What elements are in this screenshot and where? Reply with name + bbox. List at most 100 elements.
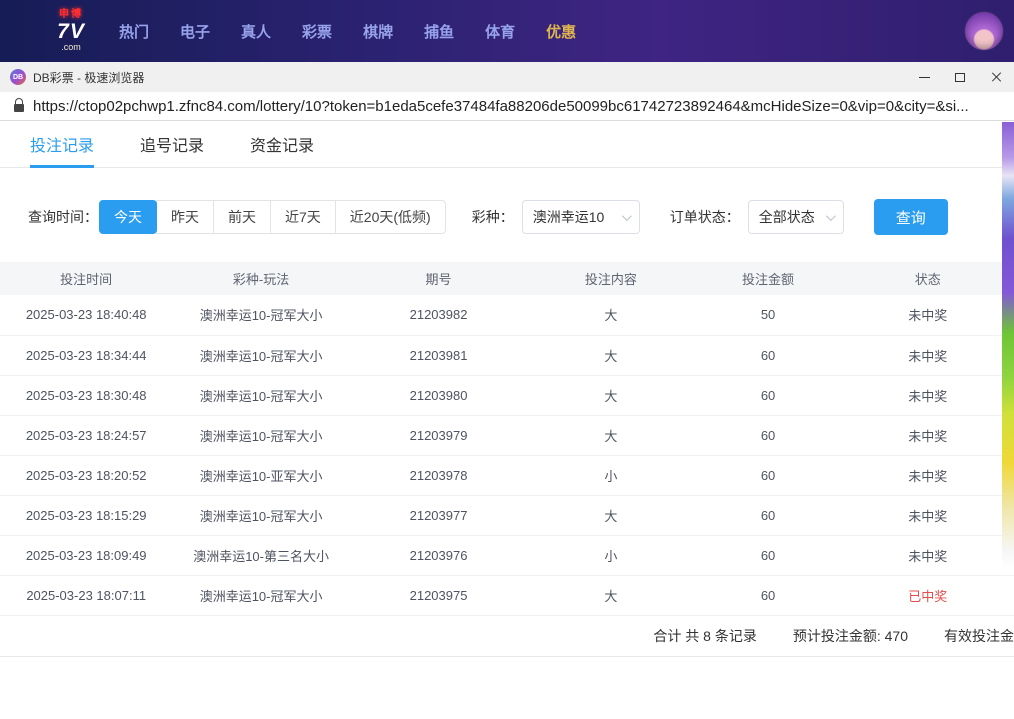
- nav-item[interactable]: 棋牌: [363, 21, 393, 42]
- cell-bet-time: 2025-03-23 18:20:52: [0, 455, 172, 495]
- maximize-button[interactable]: [942, 62, 978, 92]
- cell-issue-number: 21203978: [350, 455, 527, 495]
- lottery-select-value: 澳洲幸运10: [533, 207, 605, 227]
- time-filter-button[interactable]: 近7天: [270, 200, 336, 234]
- summary-valid-amount: 有效投注金额: [944, 626, 1014, 646]
- nav-item[interactable]: 热门: [119, 21, 149, 42]
- cell-issue-number: 21203975: [350, 575, 527, 615]
- cell-issue-number: 21203977: [350, 495, 527, 535]
- tab[interactable]: 投注记录: [30, 121, 94, 167]
- table-row: 2025-03-23 18:24:57 澳洲幸运10-冠军大小 21203979…: [0, 415, 1014, 455]
- table-row: 2025-03-23 18:20:52 澳洲幸运10-亚军大小 21203978…: [0, 455, 1014, 495]
- cell-game-play: 澳洲幸运10-亚军大小: [172, 455, 349, 495]
- cell-bet-content: 大: [527, 415, 694, 455]
- nav-menu: 热门 电子 真人 彩票 棋牌 捕鱼 体育 优惠: [119, 21, 576, 42]
- status-filter-label: 订单状态：: [670, 207, 740, 227]
- cell-status: 未中奖: [842, 415, 1014, 455]
- summary-total: 合计 共 8 条记录: [653, 626, 756, 646]
- titlebar-left: DB DB彩票 - 极速浏览器: [0, 69, 144, 86]
- cell-bet-amount: 60: [695, 415, 842, 455]
- time-filter-button[interactable]: 近20天(低频): [335, 200, 446, 234]
- summary-expected-amount: 预计投注金额: 470: [793, 626, 908, 646]
- cell-game-play: 澳洲幸运10-冠军大小: [172, 575, 349, 615]
- site-logo[interactable]: 申博 7V .com: [45, 10, 97, 52]
- nav-item[interactable]: 捕鱼: [424, 21, 454, 42]
- chevron-down-icon: [622, 211, 632, 221]
- close-button[interactable]: [978, 62, 1014, 92]
- summary-bar: 合计 共 8 条记录 预计投注金额: 470 有效投注金额: [0, 616, 1014, 657]
- cell-game-play: 澳洲幸运10-冠军大小: [172, 415, 349, 455]
- table-row: 2025-03-23 18:34:44 澳洲幸运10-冠军大小 21203981…: [0, 335, 1014, 375]
- lottery-select[interactable]: 澳洲幸运10: [522, 200, 640, 234]
- tab[interactable]: 追号记录: [140, 121, 204, 167]
- nav-item[interactable]: 彩票: [302, 21, 332, 42]
- cell-status: 未中奖: [842, 455, 1014, 495]
- cell-bet-content: 小: [527, 535, 694, 575]
- cell-bet-amount: 60: [695, 455, 842, 495]
- table-header-cell: 投注内容: [527, 262, 694, 295]
- time-filter-label: 查询时间：: [28, 207, 98, 227]
- cell-issue-number: 21203979: [350, 415, 527, 455]
- cell-issue-number: 21203976: [350, 535, 527, 575]
- cell-bet-content: 大: [527, 575, 694, 615]
- cell-status: 未中奖: [842, 375, 1014, 415]
- cell-bet-content: 小: [527, 455, 694, 495]
- minimize-icon: [919, 77, 930, 78]
- table-header-row: 投注时间彩种-玩法期号投注内容投注金额状态: [0, 262, 1014, 295]
- nav-item[interactable]: 优惠: [546, 21, 576, 42]
- minimize-button[interactable]: [906, 62, 942, 92]
- cell-bet-amount: 60: [695, 535, 842, 575]
- nav-item[interactable]: 真人: [241, 21, 271, 42]
- cell-bet-amount: 60: [695, 375, 842, 415]
- table-header-cell: 投注金额: [695, 262, 842, 295]
- time-filter-button[interactable]: 昨天: [156, 200, 214, 234]
- cell-bet-time: 2025-03-23 18:07:11: [0, 575, 172, 615]
- user-avatar[interactable]: [964, 11, 1004, 51]
- cell-bet-content: 大: [527, 335, 694, 375]
- status-select[interactable]: 全部状态: [748, 200, 844, 234]
- nav-item[interactable]: 体育: [485, 21, 515, 42]
- record-tabs: 投注记录追号记录资金记录: [0, 121, 1014, 168]
- table-row: 2025-03-23 18:40:48 澳洲幸运10-冠军大小 21203982…: [0, 295, 1014, 335]
- filter-bar: 查询时间： 今天昨天前天近7天近20天(低频) 彩种： 澳洲幸运10 订单状态：…: [0, 199, 1014, 235]
- lock-icon: [14, 104, 24, 112]
- nav-item[interactable]: 电子: [180, 21, 210, 42]
- status-select-value: 全部状态: [759, 207, 815, 227]
- top-navigation: 申博 7V .com 热门 电子 真人 彩票 棋牌 捕鱼 体育 优惠: [0, 0, 1014, 62]
- window-controls: [906, 62, 1014, 92]
- table-row: 2025-03-23 18:30:48 澳洲幸运10-冠军大小 21203980…: [0, 375, 1014, 415]
- tab[interactable]: 资金记录: [250, 121, 314, 167]
- cell-bet-amount: 50: [695, 295, 842, 335]
- browser-url-bar[interactable]: https://ctop02pchwp1.zfnc84.com/lottery/…: [0, 92, 1014, 121]
- cell-bet-content: 大: [527, 375, 694, 415]
- cell-bet-amount: 60: [695, 575, 842, 615]
- cell-status: 未中奖: [842, 495, 1014, 535]
- url-text[interactable]: https://ctop02pchwp1.zfnc84.com/lottery/…: [33, 98, 969, 115]
- table-row: 2025-03-23 18:07:11 澳洲幸运10-冠军大小 21203975…: [0, 575, 1014, 615]
- cell-bet-time: 2025-03-23 18:34:44: [0, 335, 172, 375]
- cell-bet-time: 2025-03-23 18:40:48: [0, 295, 172, 335]
- background-strip: [1002, 122, 1014, 570]
- cell-bet-amount: 60: [695, 495, 842, 535]
- cell-status: 未中奖: [842, 295, 1014, 335]
- lottery-filter-label: 彩种：: [472, 207, 514, 227]
- table-header-cell: 投注时间: [0, 262, 172, 295]
- cell-game-play: 澳洲幸运10-冠军大小: [172, 495, 349, 535]
- cell-bet-content: 大: [527, 495, 694, 535]
- browser-tab-icon: DB: [10, 69, 26, 85]
- cell-issue-number: 21203981: [350, 335, 527, 375]
- browser-icon-text: DB: [13, 74, 23, 81]
- cell-game-play: 澳洲幸运10-冠军大小: [172, 335, 349, 375]
- close-icon: [990, 71, 1002, 83]
- search-button[interactable]: 查询: [874, 199, 948, 235]
- table-body: 2025-03-23 18:40:48 澳洲幸运10-冠军大小 21203982…: [0, 295, 1014, 615]
- logo-text-top: 申博: [45, 10, 97, 20]
- table-header-cell: 状态: [842, 262, 1014, 295]
- time-filter-button[interactable]: 前天: [213, 200, 271, 234]
- logo-text-main: 7V: [45, 21, 97, 42]
- chevron-down-icon: [826, 211, 836, 221]
- time-filter-button[interactable]: 今天: [99, 200, 157, 234]
- cell-game-play: 澳洲幸运10-冠军大小: [172, 375, 349, 415]
- cell-bet-time: 2025-03-23 18:24:57: [0, 415, 172, 455]
- cell-bet-amount: 60: [695, 335, 842, 375]
